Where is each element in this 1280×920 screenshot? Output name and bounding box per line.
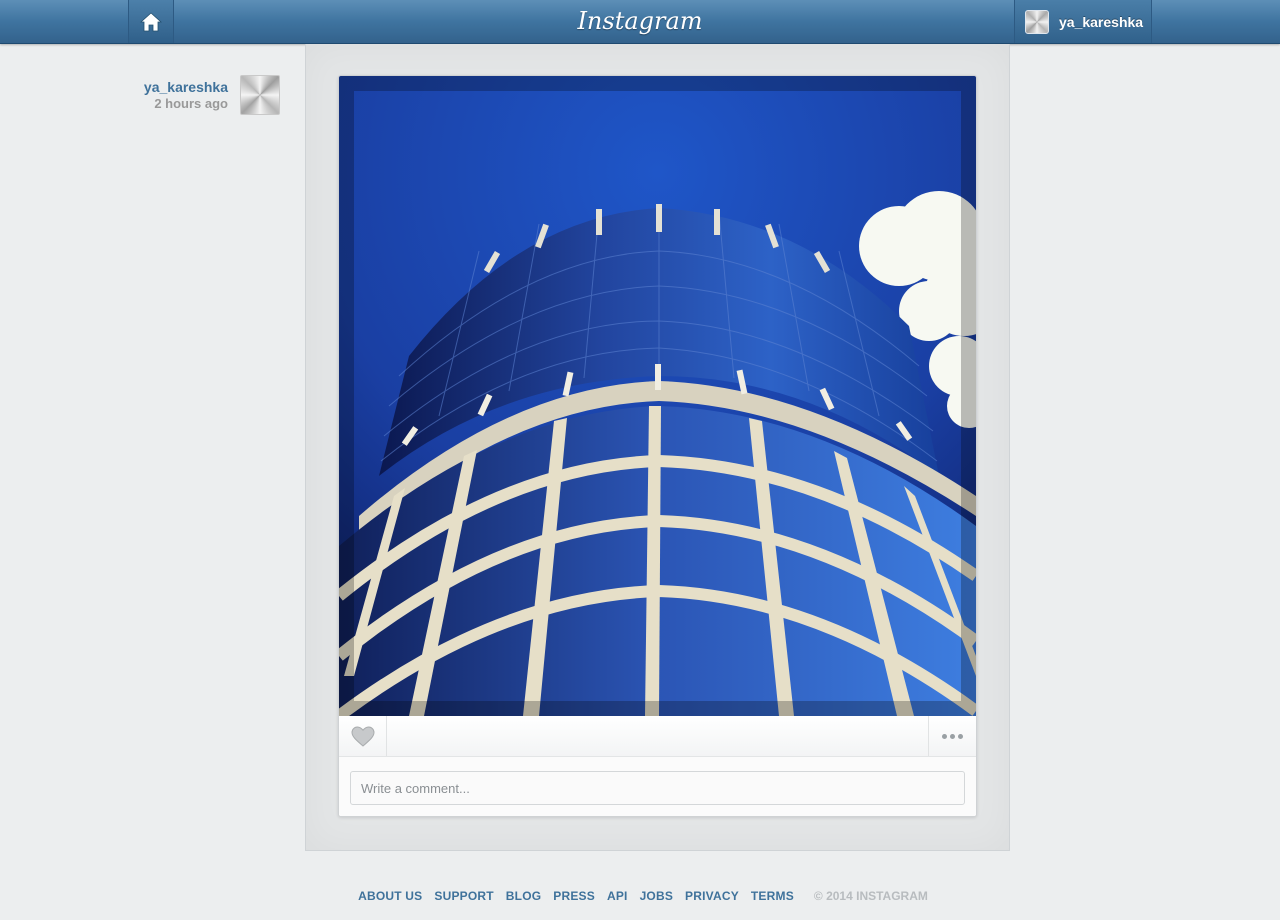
ellipsis-dot [950, 733, 955, 739]
post-photo[interactable] [339, 76, 976, 716]
top-navigation-bar: Instagram ya_kareshka [0, 0, 1280, 44]
comment-input[interactable] [350, 771, 965, 805]
home-icon [140, 11, 162, 31]
photo-card [338, 75, 977, 817]
user-avatar [1025, 9, 1049, 34]
home-button[interactable] [128, 0, 174, 43]
footer-link-press[interactable]: PRESS [553, 889, 595, 903]
footer-link-support[interactable]: SUPPORT [434, 889, 493, 903]
footer: ABOUT US SUPPORT BLOG PRESS API JOBS PRI… [0, 888, 1280, 904]
user-menu-username: ya_kareshka [1059, 13, 1144, 30]
post-timestamp[interactable]: 2 hours ago [100, 96, 228, 112]
post-author-link[interactable]: ya_kareshka [100, 78, 228, 96]
photo-action-bar [339, 716, 976, 757]
footer-link-terms[interactable]: TERMS [751, 889, 794, 903]
user-menu-button[interactable]: ya_kareshka [1014, 0, 1152, 43]
footer-link-about[interactable]: ABOUT US [358, 889, 422, 903]
footer-link-privacy[interactable]: PRIVACY [685, 889, 739, 903]
more-options-button[interactable] [928, 716, 976, 756]
post-author-avatar[interactable] [240, 75, 280, 115]
footer-link-blog[interactable]: BLOG [506, 889, 541, 903]
footer-link-api[interactable]: API [607, 889, 628, 903]
footer-link-jobs[interactable]: JOBS [640, 889, 673, 903]
ellipsis-icon [942, 733, 947, 739]
like-button[interactable] [339, 716, 387, 756]
comment-section [339, 757, 976, 816]
post-meta: ya_kareshka 2 hours ago [100, 78, 228, 112]
ellipsis-dot [958, 733, 963, 739]
heart-icon [350, 725, 375, 747]
instagram-logo[interactable]: Instagram [540, 4, 740, 38]
copyright-text: © 2014 INSTAGRAM [813, 889, 928, 903]
